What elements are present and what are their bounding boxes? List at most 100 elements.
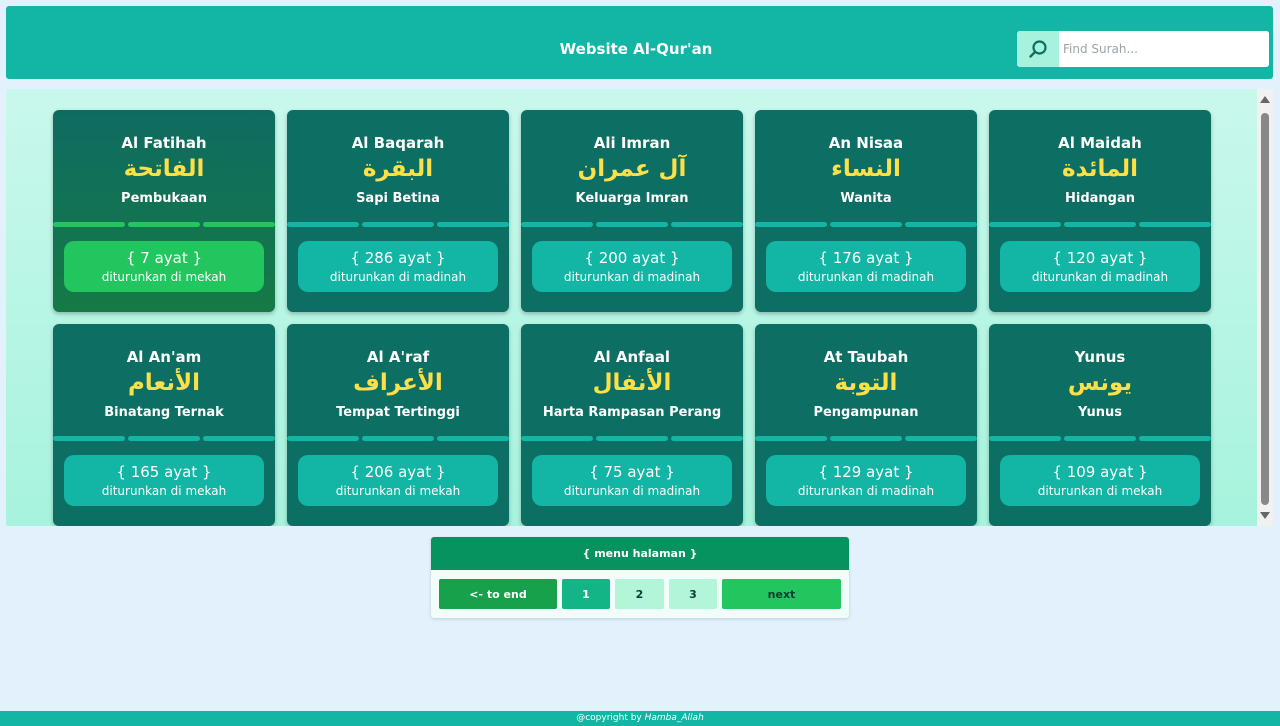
surah-name: Al An'am — [126, 348, 202, 366]
search-input[interactable] — [1059, 31, 1269, 67]
ayat-count: { 120 ayat } — [1052, 249, 1148, 267]
ayat-badge: { 120 ayat } diturunkan di madinah — [1000, 241, 1200, 292]
copyright-text: @copyright by — [576, 713, 642, 723]
surah-name: Al Baqarah — [351, 134, 445, 152]
ayat-badge: { 165 ayat } diturunkan di mekah — [64, 455, 264, 506]
ayat-badge: { 75 ayat } diturunkan di madinah — [532, 455, 732, 506]
surah-card[interactable]: Al Maidah المائدة Hidangan { 120 ayat } ditu… — [989, 110, 1211, 312]
surah-card[interactable]: Al Fatihah الفاتحة Pembukaan { 7 ayat } ditu… — [53, 110, 275, 312]
revelation-place: diturunkan di mekah — [335, 484, 461, 498]
scrollbar[interactable] — [1257, 89, 1273, 526]
revelation-place: diturunkan di madinah — [797, 484, 935, 498]
card-divider — [989, 222, 1211, 227]
surah-arabic-name: الأنعام — [127, 370, 201, 396]
surah-card[interactable]: Al A'raf الأعراف Tempat Tertinggi { 206 aya… — [287, 324, 509, 526]
ayat-badge: { 7 ayat } diturunkan di mekah — [64, 241, 264, 292]
page-2-button[interactable]: 2 — [615, 579, 664, 609]
surah-arabic-name: الأعراف — [353, 370, 443, 396]
ayat-badge: { 176 ayat } diturunkan di madinah — [766, 241, 966, 292]
surah-card[interactable]: Al An'am الأنعام Binatang Ternak { 165 ayat… — [53, 324, 275, 526]
surah-name: Al Maidah — [1058, 134, 1142, 152]
surah-meaning: Keluarga Imran — [575, 191, 689, 206]
surah-panel: Al Fatihah الفاتحة Pembukaan { 7 ayat } ditu… — [6, 89, 1273, 526]
revelation-place: diturunkan di madinah — [563, 270, 701, 284]
surah-meaning: Pengampunan — [813, 405, 919, 420]
card-divider — [287, 436, 509, 441]
surah-arabic-name: البقرة — [362, 156, 434, 182]
revelation-place: diturunkan di mekah — [101, 270, 227, 284]
revelation-place: diturunkan di madinah — [797, 270, 935, 284]
ayat-count: { 176 ayat } — [818, 249, 914, 267]
revelation-place: diturunkan di madinah — [329, 270, 467, 284]
ayat-count: { 7 ayat } — [125, 249, 203, 267]
scroll-up-arrow-icon[interactable] — [1260, 96, 1270, 103]
surah-meaning: Tempat Tertinggi — [336, 405, 460, 420]
pagination-menu: { menu halaman } <- to end 1 2 3 next — [431, 537, 849, 618]
surah-arabic-name: التوبة — [834, 370, 898, 396]
surah-meaning: Pembukaan — [121, 191, 207, 206]
surah-card[interactable]: Yunus يونس Yunus { 109 ayat } diturunkan di … — [989, 324, 1211, 526]
card-divider — [755, 436, 977, 441]
surah-card[interactable]: Al Baqarah البقرة Sapi Betina { 286 ayat } d… — [287, 110, 509, 312]
footer: @copyright by Hamba_Allah — [0, 711, 1280, 726]
copyright-author[interactable]: Hamba_Allah — [645, 713, 704, 723]
card-divider — [287, 222, 509, 227]
surah-card[interactable]: At Taubah التوبة Pengampunan { 129 ayat } di… — [755, 324, 977, 526]
surah-arabic-name: يونس — [1067, 370, 1133, 396]
surah-grid: Al Fatihah الفاتحة Pembukaan { 7 ayat } ditu… — [6, 89, 1257, 526]
revelation-place: diturunkan di mekah — [101, 484, 227, 498]
ayat-count: { 109 ayat } — [1052, 463, 1148, 481]
search-box — [1017, 31, 1269, 67]
pagination-heading: { menu halaman } — [431, 537, 849, 570]
card-divider — [53, 222, 275, 227]
surah-card[interactable]: Ali Imran آل عمران Keluarga Imran { 200 aya… — [521, 110, 743, 312]
surah-name: Al Anfaal — [593, 348, 671, 366]
surah-arabic-name: النساء — [831, 156, 901, 182]
surah-arabic-name: الأنفال — [592, 370, 672, 396]
revelation-place: diturunkan di madinah — [563, 484, 701, 498]
search-icon[interactable] — [1017, 31, 1059, 67]
surah-name: At Taubah — [823, 348, 909, 366]
ayat-badge: { 109 ayat } diturunkan di mekah — [1000, 455, 1200, 506]
ayat-count: { 206 ayat } — [350, 463, 446, 481]
ayat-badge: { 206 ayat } diturunkan di mekah — [298, 455, 498, 506]
page-1-button[interactable]: 1 — [562, 579, 610, 609]
surah-meaning: Wanita — [840, 191, 892, 206]
card-divider — [521, 436, 743, 441]
ayat-badge: { 286 ayat } diturunkan di madinah — [298, 241, 498, 292]
surah-arabic-name: المائدة — [1061, 156, 1139, 182]
ayat-count: { 129 ayat } — [818, 463, 914, 481]
surah-meaning: Hidangan — [1064, 191, 1135, 206]
ayat-badge: { 129 ayat } diturunkan di madinah — [766, 455, 966, 506]
surah-arabic-name: الفاتحة — [123, 156, 205, 182]
next-button[interactable]: next — [722, 579, 841, 609]
ayat-count: { 286 ayat } — [350, 249, 446, 267]
card-divider — [989, 436, 1211, 441]
surah-meaning: Yunus — [1078, 405, 1122, 420]
scrollbar-thumb[interactable] — [1261, 113, 1269, 505]
surah-name: Ali Imran — [593, 134, 671, 152]
surah-card[interactable]: Al Anfaal الأنفال Harta Rampasan Perang { 7… — [521, 324, 743, 526]
revelation-place: diturunkan di madinah — [1031, 270, 1169, 284]
surah-name: Yunus — [1074, 348, 1126, 366]
top-bar: Website Al-Qur'an — [6, 6, 1273, 79]
surah-name: Al A'raf — [366, 348, 430, 366]
ayat-count: { 75 ayat } — [589, 463, 675, 481]
surah-arabic-name: آل عمران — [577, 156, 687, 182]
surah-name: An Nisaa — [828, 134, 904, 152]
ayat-badge: { 200 ayat } diturunkan di madinah — [532, 241, 732, 292]
revelation-place: diturunkan di mekah — [1037, 484, 1163, 498]
to-end-button[interactable]: <- to end — [439, 579, 557, 609]
card-divider — [755, 222, 977, 227]
card-divider — [521, 222, 743, 227]
page-3-button[interactable]: 3 — [669, 579, 717, 609]
surah-card[interactable]: An Nisaa النساء Wanita { 176 ayat } diturunk… — [755, 110, 977, 312]
surah-meaning: Harta Rampasan Perang — [542, 405, 722, 420]
surah-meaning: Binatang Ternak — [104, 405, 224, 420]
surah-meaning: Sapi Betina — [356, 191, 440, 206]
ayat-count: { 200 ayat } — [584, 249, 680, 267]
scroll-down-arrow-icon[interactable] — [1260, 512, 1270, 519]
surah-name: Al Fatihah — [121, 134, 207, 152]
card-divider — [53, 436, 275, 441]
ayat-count: { 165 ayat } — [116, 463, 212, 481]
